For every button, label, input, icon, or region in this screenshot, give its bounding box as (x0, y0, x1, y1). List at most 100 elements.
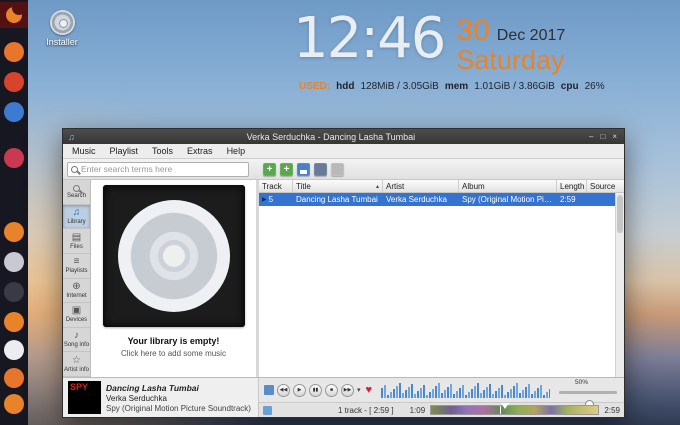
search-box[interactable] (67, 161, 249, 177)
dock-launcher-12[interactable] (4, 394, 24, 414)
tab-library[interactable]: ♫ Library (63, 204, 90, 230)
pause-button[interactable]: ▮▮ (309, 383, 322, 397)
maximize-button[interactable]: □ (600, 132, 605, 141)
desktop: Installer 12:46 30 Dec 2017 Saturday USE… (0, 0, 680, 425)
tab-files[interactable]: ▤ Files (63, 229, 90, 254)
search-tab-icon (73, 184, 80, 192)
dock-launcher-7[interactable] (4, 252, 24, 272)
window-title: Verka Serduchka - Dancing Lasha Tumbai (246, 131, 416, 142)
dock-launcher-1[interactable] (0, 2, 28, 28)
next-button[interactable]: ▶▶ (341, 383, 354, 397)
cell-track: 5 (268, 195, 274, 204)
spectrum-analyzer (381, 382, 550, 398)
seek-bar[interactable] (430, 403, 600, 415)
playlist-row[interactable]: ▶ 5 Dancing Lasha Tumbai Verka Serduchka … (259, 193, 624, 206)
now-playing-album: Spy (Original Motion Picture Soundtrack) (106, 403, 251, 413)
play-button[interactable]: ▶ (293, 383, 306, 397)
love-button[interactable]: ♥ (366, 384, 373, 396)
tab-devices[interactable]: ▣ Devices (63, 303, 90, 328)
installer-label: Installer (46, 37, 78, 47)
cd-disc-icon (49, 10, 75, 35)
titlebar[interactable]: ♫ Verka Serduchka - Dancing Lasha Tumbai… (63, 129, 624, 144)
tab-song-info[interactable]: ♪ Song info (63, 328, 90, 353)
library-panel: Your library is empty! Click here to add… (91, 180, 259, 377)
menu-help[interactable]: Help (227, 146, 246, 156)
add-folder-button[interactable]: + (280, 162, 293, 176)
column-header-source[interactable]: Source (587, 180, 615, 192)
close-button[interactable]: × (612, 132, 617, 141)
column-label: Length (560, 181, 585, 191)
music-player-window: ♫ Verka Serduchka - Dancing Lasha Tumbai… (62, 128, 625, 418)
stats-cpu-label: cpu (560, 80, 579, 92)
column-label: Artist (386, 181, 405, 191)
seek-position-marker[interactable] (501, 403, 510, 409)
menu-bar: Music Playlist Tools Extras Help (63, 144, 624, 159)
save-playlist-button[interactable] (297, 162, 310, 176)
column-header-artist[interactable]: Artist (383, 180, 459, 192)
dock-launcher-2[interactable] (4, 42, 24, 62)
visualization-icon[interactable] (264, 385, 274, 395)
tab-label: Song info (63, 342, 90, 349)
tab-label: Files (70, 243, 83, 250)
playing-indicator-icon: ▶ (262, 197, 267, 203)
menu-playlist[interactable]: Playlist (110, 146, 139, 156)
cell-artist: Verka Serduchka (386, 195, 447, 204)
clock-month-year: Dec 2017 (496, 27, 566, 44)
column-header-length[interactable]: Length (557, 180, 587, 192)
search-input[interactable] (81, 164, 245, 174)
column-header-title[interactable]: Title ▴ (293, 180, 383, 192)
dock-launcher-5[interactable] (4, 148, 24, 168)
menu-extras[interactable]: Extras (187, 146, 213, 156)
dock-launcher-11[interactable] (4, 368, 24, 388)
playlist-scrollbar[interactable] (615, 193, 624, 377)
volume-label: 50% (575, 379, 589, 386)
menu-tools[interactable]: Tools (152, 146, 173, 156)
volume-slider[interactable] (559, 391, 617, 409)
tab-label: Playlists (65, 268, 88, 275)
track-duration: 2:59 (604, 405, 620, 415)
search-icon (71, 165, 78, 173)
playback-position: 1:09 (409, 405, 426, 415)
clock-widget: 12:46 30 Dec 2017 Saturday USED: hdd 128… (293, 6, 605, 92)
clock-day: 30 (456, 14, 490, 47)
clock-time: 12:46 (293, 6, 446, 71)
minimize-button[interactable]: – (589, 132, 593, 141)
toolbar: + + (63, 159, 624, 180)
menu-music[interactable]: Music (72, 146, 96, 156)
clear-playlist-button[interactable] (331, 162, 344, 176)
add-music-button[interactable]: + (263, 162, 276, 176)
column-label: Track (262, 181, 282, 191)
column-label: Title (296, 181, 311, 191)
tracks-summary: 1 track - [ 2:59 ] (338, 405, 394, 415)
dock (0, 0, 28, 425)
tab-artist-info[interactable]: ☆ Artist info (63, 352, 90, 377)
tab-search[interactable]: Search (63, 180, 90, 205)
stop-options-dropdown[interactable]: ▾ (357, 386, 361, 394)
column-header-album[interactable]: Album (459, 180, 557, 192)
dock-launcher-speaker[interactable] (4, 340, 24, 360)
column-label: Album (462, 181, 485, 191)
stop-button[interactable]: ■ (325, 383, 338, 397)
column-header-track[interactable]: Track (259, 180, 293, 192)
library-add-music-link[interactable]: Click here to add some music (121, 349, 226, 358)
dock-launcher-9[interactable] (4, 312, 24, 332)
dock-launcher-4[interactable] (4, 102, 24, 122)
tab-label: Search (66, 192, 86, 199)
cd-case-image (102, 185, 245, 327)
dock-launcher-6[interactable] (4, 222, 24, 242)
stats-hdd-value: 128MiB / 3.05GiB (360, 80, 439, 92)
scrollbar-thumb[interactable] (617, 195, 623, 233)
library-empty-title: Your library is empty! (127, 336, 220, 346)
tab-playlists[interactable]: ≡ Playlists (63, 254, 90, 279)
song-info-icon: ♪ (74, 330, 79, 342)
dock-launcher-8[interactable] (4, 282, 24, 302)
dock-launcher-3[interactable] (4, 72, 24, 92)
tab-label: Devices (65, 317, 88, 324)
tab-internet[interactable]: ⊕ Internet (63, 279, 90, 304)
open-playlist-button[interactable] (314, 162, 327, 176)
cd-icon (117, 200, 230, 312)
sort-ascending-icon: ▴ (375, 183, 379, 190)
artist-info-icon: ☆ (72, 354, 81, 366)
installer-shortcut[interactable]: Installer (34, 10, 90, 47)
previous-button[interactable]: ◀◀ (277, 383, 290, 397)
